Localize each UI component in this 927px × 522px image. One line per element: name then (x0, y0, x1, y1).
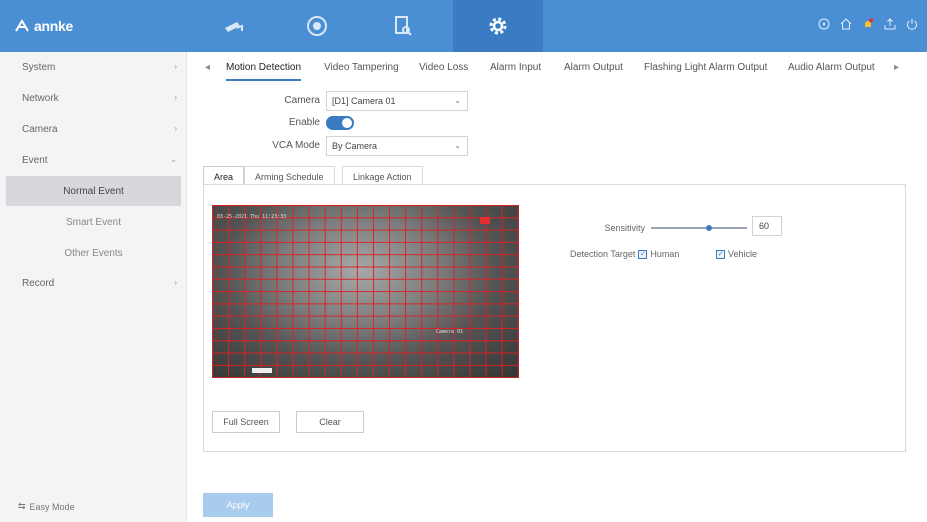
sidebar-item-other-events[interactable]: Other Events (0, 238, 187, 268)
sidebar-item-system[interactable]: System › (0, 52, 187, 82)
osd-timestamp: 03-25-2021 Thu 11:23:33 (217, 214, 287, 220)
camera-select-value: [D1] Camera 01 (332, 96, 396, 106)
sensitivity-slider[interactable] (651, 225, 747, 231)
human-label: Human (650, 249, 680, 259)
tab-motion-detection[interactable]: Motion Detection (226, 62, 302, 81)
vca-mode-label: VCA Mode (272, 140, 320, 151)
motion-detection-grid[interactable] (212, 205, 519, 378)
apply-button[interactable]: Apply (203, 493, 273, 517)
clear-button[interactable]: Clear (296, 411, 364, 433)
easy-mode-label: Easy Mode (29, 501, 75, 512)
subtab-linkage-action[interactable]: Linkage Action (342, 166, 423, 186)
vca-mode-select-value: By Camera (332, 141, 378, 151)
recording-indicator-icon (480, 217, 490, 224)
sidebar-item-label: Other Events (64, 247, 123, 259)
camera-preview[interactable]: 03-25-2021 Thu 11:23:33 Camera 01 (212, 205, 519, 378)
sidebar-item-record[interactable]: Record › (0, 268, 187, 298)
chevron-right-icon: › (174, 93, 177, 102)
sidebar-item-camera[interactable]: Camera › (0, 114, 187, 144)
tabs-scroll-right-icon[interactable]: ▸ (894, 62, 899, 73)
detection-target-vehicle: ✓ Vehicle (716, 249, 757, 259)
tab-video-tampering[interactable]: Video Tampering (324, 62, 399, 73)
brand-logo: annke (14, 14, 73, 38)
subtab-arming-schedule-label: Arming Schedule (255, 171, 324, 182)
home-icon[interactable] (839, 17, 853, 31)
subtab-linkage-action-label: Linkage Action (353, 171, 412, 182)
sensitivity-slider-handle[interactable] (705, 225, 712, 231)
nav-playback[interactable] (272, 0, 362, 52)
top-right-tools (817, 17, 919, 31)
nav-live-view[interactable] (188, 0, 278, 52)
sidebar-item-label: Camera (22, 123, 58, 135)
sidebar-item-label: Normal Event (63, 185, 124, 197)
detection-target-label: Detection Target (570, 249, 636, 259)
sidebar-item-label: Event (22, 154, 48, 166)
subtab-arming-schedule[interactable]: Arming Schedule (244, 166, 335, 186)
playback-nav-icon (307, 16, 327, 36)
camera-label: Camera (284, 95, 320, 106)
sidebar-item-network[interactable]: Network › (0, 83, 187, 113)
vca-mode-select[interactable]: By Camera ⌄ (326, 136, 468, 156)
brand-name: annke (34, 18, 73, 34)
sidebar-item-label: System (22, 61, 56, 73)
camera-nav-icon (225, 22, 243, 32)
detection-target-human: Detection Target ✓ Human (570, 249, 679, 259)
sensitivity-label: Sensitivity (604, 223, 645, 233)
enable-label: Enable (288, 117, 320, 128)
sidebar-item-label: Smart Event (65, 216, 122, 228)
brand-mark-icon (15, 19, 29, 32)
subtab-area[interactable]: Area (203, 166, 245, 186)
chevron-right-icon: › (174, 62, 177, 71)
chevron-right-icon: › (174, 278, 177, 287)
camera-watermark-logo (252, 368, 272, 373)
vehicle-label: Vehicle (728, 249, 758, 259)
export-icon[interactable] (883, 17, 897, 31)
sidebar-item-event[interactable]: Event ⌄ (0, 145, 187, 175)
chevron-down-icon: ⌄ (170, 155, 177, 164)
human-checkbox[interactable]: ✓ (638, 249, 648, 259)
sidebar-item-label: Network (22, 92, 59, 104)
info-icon[interactable] (817, 17, 831, 31)
top-bar: annke (0, 0, 927, 52)
nav-configuration[interactable] (453, 0, 543, 52)
nav-file-search[interactable] (358, 0, 448, 52)
power-icon[interactable] (905, 17, 919, 31)
switch-icon: ⇆ (18, 501, 26, 511)
enable-toggle[interactable] (326, 116, 354, 130)
chevron-down-icon: ⌄ (454, 96, 461, 105)
sidebar-item-smart-event[interactable]: Smart Event (0, 207, 187, 237)
notification-bell-icon[interactable] (861, 17, 875, 31)
subtab-area-label: Area (214, 171, 234, 182)
tab-alarm-input[interactable]: Alarm Input (490, 62, 541, 73)
search-file-nav-icon (395, 16, 412, 36)
osd-camera-name: Camera 01 (436, 329, 464, 335)
chevron-down-icon: ⌄ (454, 141, 461, 150)
vehicle-checkbox[interactable]: ✓ (716, 249, 725, 259)
tab-flashing-light-alarm-output[interactable]: Flashing Light Alarm Output (644, 62, 767, 73)
sensitivity-input[interactable]: 60 (752, 216, 782, 236)
sidebar-item-normal-event[interactable]: Normal Event (6, 176, 181, 206)
tab-video-loss[interactable]: Video Loss (419, 62, 468, 73)
settings-nav-icon (489, 17, 507, 35)
sidebar: System › Network › Camera › Event ⌄ Norm… (0, 52, 187, 522)
tabs-scroll-left-icon[interactable]: ◂ (205, 62, 210, 73)
tab-alarm-output[interactable]: Alarm Output (564, 62, 623, 73)
event-tabs: ◂ Motion Detection Video Tampering Video… (200, 56, 920, 82)
camera-select[interactable]: [D1] Camera 01 ⌄ (326, 91, 468, 111)
chevron-right-icon: › (174, 124, 177, 133)
easy-mode-link[interactable]: ⇆ Easy Mode (18, 501, 75, 512)
full-screen-button[interactable]: Full Screen (212, 411, 280, 433)
tab-audio-alarm-output[interactable]: Audio Alarm Output (788, 62, 875, 73)
sidebar-item-label: Record (22, 277, 55, 289)
